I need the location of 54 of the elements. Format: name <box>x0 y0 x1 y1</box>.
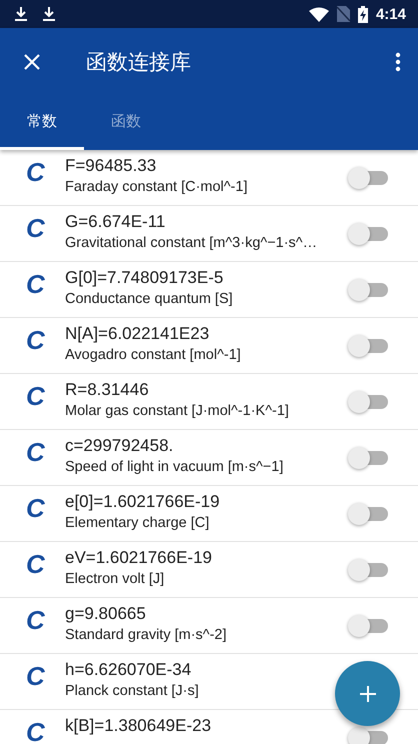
plus-icon <box>358 684 376 702</box>
toggle-switch[interactable] <box>348 614 388 638</box>
toggle-switch[interactable] <box>348 222 388 246</box>
constant-value: k[B]=1.380649E-23 <box>65 716 212 736</box>
toggle-switch[interactable] <box>348 558 388 582</box>
constant-value: N[A]=6.022141E23 <box>65 324 210 344</box>
toggle-switch[interactable] <box>348 390 388 414</box>
download-icon <box>14 6 28 22</box>
toggle-switch[interactable] <box>348 166 388 190</box>
constant-description: Elementary charge [C] <box>65 515 210 531</box>
constant-icon: C <box>26 215 52 241</box>
constant-icon: C <box>26 663 52 689</box>
constant-description: Molar gas constant [J·mol^-1·K^-1] <box>65 403 289 419</box>
toggle-switch[interactable] <box>348 278 388 302</box>
constant-icon: C <box>26 271 52 297</box>
tab[interactable]: 常数 <box>0 95 84 150</box>
toggle-switch[interactable] <box>348 502 388 526</box>
toggle-switch[interactable] <box>348 446 388 470</box>
constant-value: c=299792458. <box>65 436 174 456</box>
battery-charging-icon <box>358 6 368 22</box>
constant-icon: C <box>26 327 52 353</box>
constant-description: Electron volt [J] <box>65 571 164 587</box>
constant-icon: C <box>26 159 52 185</box>
constant-value: h=6.626070E-34 <box>65 660 192 680</box>
wifi-icon <box>308 6 329 22</box>
no-sim-icon <box>336 6 350 22</box>
constant-icon: C <box>26 439 52 465</box>
constant-description: Standard gravity [m·s^-2] <box>65 627 227 643</box>
tab[interactable]: 函数 <box>84 95 168 150</box>
constant-value: G=6.674E-11 <box>65 212 166 232</box>
constant-icon: C <box>26 607 52 633</box>
constant-value: eV=1.6021766E-19 <box>65 548 212 568</box>
constant-description: Avogadro constant [mol^-1] <box>65 347 241 363</box>
toggle-switch[interactable] <box>348 726 388 744</box>
constant-description: Conductance quantum [S] <box>65 291 233 307</box>
constant-value: e[0]=1.6021766E-19 <box>65 492 220 512</box>
toggle-switch[interactable] <box>348 334 388 358</box>
constant-icon: C <box>26 551 52 577</box>
constant-description: Speed of light in vacuum [m·s^−1] <box>65 459 284 475</box>
constant-value: R=8.31446 <box>65 380 149 400</box>
download-icon <box>42 6 56 22</box>
more-icon <box>395 52 401 72</box>
add-button[interactable] <box>335 661 400 726</box>
constant-icon: C <box>26 383 52 409</box>
constant-description: Faraday constant [C·mol^-1] <box>65 179 248 195</box>
constant-value: G[0]=7.74809173E-5 <box>65 268 224 288</box>
constant-description: Gravitational constant [m^3·kg^−1·s^… <box>65 235 318 251</box>
constant-value: F=96485.33 <box>65 156 156 176</box>
constant-icon: C <box>26 495 52 521</box>
constant-icon: C <box>26 719 52 744</box>
constant-description: Planck constant [J·s] <box>65 683 199 699</box>
constant-value: g=9.80665 <box>65 604 146 624</box>
clock-time: 4:14 <box>376 6 406 22</box>
screen-title: 函数连接库 <box>86 48 192 76</box>
